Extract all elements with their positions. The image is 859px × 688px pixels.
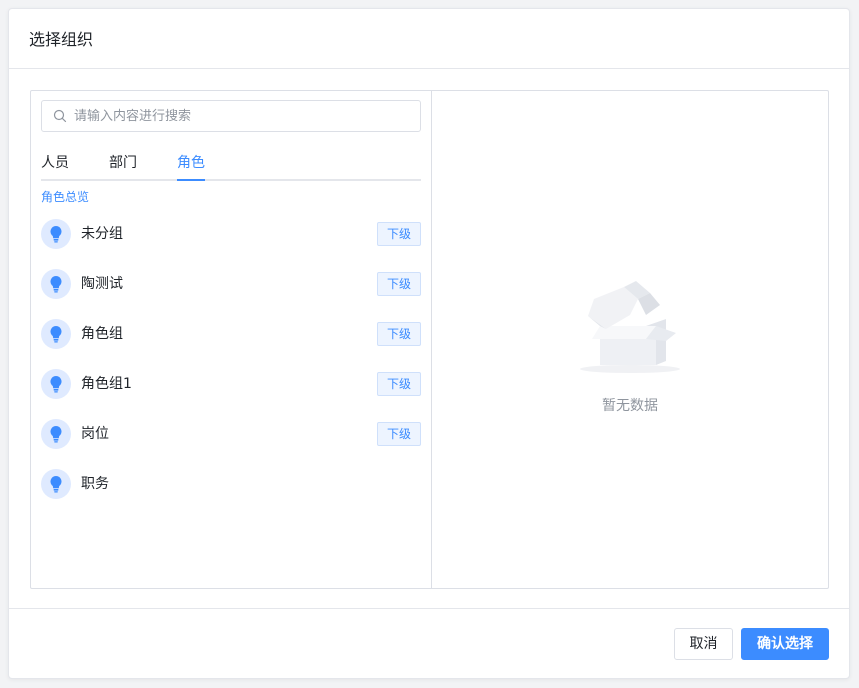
tab-department[interactable]: 部门 bbox=[109, 153, 137, 173]
role-avatar bbox=[41, 269, 71, 299]
lightbulb-icon bbox=[50, 375, 62, 393]
active-tab-indicator bbox=[177, 179, 205, 181]
selected-pane: 暂无数据 bbox=[432, 91, 828, 588]
search-box[interactable] bbox=[41, 100, 421, 132]
role-name: 陶测试 bbox=[81, 276, 123, 292]
role-avatar bbox=[41, 219, 71, 249]
role-list: 未分组 下级 陶测试 下级 角色组 下级 角色组1 下级 岗位 下级 职务 bbox=[31, 218, 432, 518]
confirm-selection-button[interactable]: 确认选择 bbox=[741, 628, 829, 660]
lightbulb-icon bbox=[50, 325, 62, 343]
selector-body: 人员 部门 角色 角色总览 未分组 下级 陶测试 bbox=[30, 90, 829, 589]
empty-state-text: 暂无数据 bbox=[602, 398, 658, 414]
role-name: 岗位 bbox=[81, 426, 109, 442]
search-input[interactable] bbox=[74, 101, 414, 131]
sub-level-button[interactable]: 下级 bbox=[377, 372, 421, 396]
role-name: 未分组 bbox=[81, 226, 123, 242]
list-item[interactable]: 岗位 下级 bbox=[31, 418, 432, 468]
dialog-footer: 取消 确认选择 bbox=[9, 608, 849, 678]
lightbulb-icon bbox=[50, 275, 62, 293]
role-avatar bbox=[41, 319, 71, 349]
role-overview-link[interactable]: 角色总览 bbox=[41, 189, 89, 205]
lightbulb-icon bbox=[50, 425, 62, 443]
role-avatar bbox=[41, 469, 71, 499]
role-avatar bbox=[41, 369, 71, 399]
role-name: 职务 bbox=[81, 476, 109, 492]
tab-people[interactable]: 人员 bbox=[41, 153, 69, 173]
sub-level-button[interactable]: 下级 bbox=[377, 272, 421, 296]
left-pane: 人员 部门 角色 角色总览 未分组 下级 陶测试 bbox=[31, 91, 432, 588]
list-item[interactable]: 未分组 下级 bbox=[31, 218, 432, 268]
empty-box-icon bbox=[580, 281, 680, 373]
lightbulb-icon bbox=[50, 475, 62, 493]
role-name: 角色组1 bbox=[81, 376, 132, 392]
dialog-title: 选择组织 bbox=[29, 30, 94, 49]
search-icon bbox=[53, 109, 67, 123]
tab-bar: 人员 部门 角色 bbox=[41, 145, 421, 181]
role-avatar bbox=[41, 419, 71, 449]
sub-level-button[interactable]: 下级 bbox=[377, 422, 421, 446]
sub-level-button[interactable]: 下级 bbox=[377, 322, 421, 346]
dialog-header: 选择组织 bbox=[9, 9, 849, 69]
select-organization-dialog: 选择组织 人员 部门 角色 角色总览 bbox=[8, 8, 850, 679]
cancel-button[interactable]: 取消 bbox=[674, 628, 733, 660]
list-item[interactable]: 职务 bbox=[31, 468, 432, 518]
lightbulb-icon bbox=[50, 225, 62, 243]
list-item[interactable]: 角色组 下级 bbox=[31, 318, 432, 368]
sub-level-button[interactable]: 下级 bbox=[377, 222, 421, 246]
list-item[interactable]: 陶测试 下级 bbox=[31, 268, 432, 318]
list-item[interactable]: 角色组1 下级 bbox=[31, 368, 432, 418]
tab-role[interactable]: 角色 bbox=[177, 153, 205, 173]
role-name: 角色组 bbox=[81, 326, 123, 342]
